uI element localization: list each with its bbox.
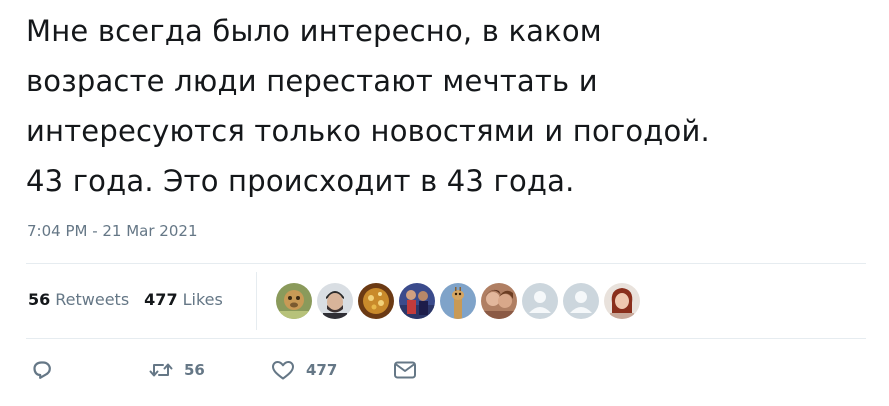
stats-separator <box>256 272 257 330</box>
retweets-label: Retweets <box>55 290 130 309</box>
avatar[interactable] <box>317 283 353 319</box>
retweets-stat[interactable]: 56 Retweets <box>28 290 129 309</box>
avatar[interactable] <box>358 283 394 319</box>
reply-button[interactable] <box>30 358 54 382</box>
reply-icon <box>30 358 54 382</box>
retweet-icon <box>148 358 174 382</box>
like-count: 477 <box>306 361 338 379</box>
retweet-count: 56 <box>184 361 205 379</box>
avatar-default[interactable] <box>563 283 599 319</box>
avatar[interactable] <box>276 283 312 319</box>
avatar[interactable] <box>604 283 640 319</box>
retweet-button[interactable]: 56 <box>148 358 205 382</box>
avatar[interactable] <box>399 283 435 319</box>
likes-label: Likes <box>182 290 223 309</box>
tweet-stats: 56 Retweets 477 Likes <box>28 290 238 309</box>
heart-icon <box>270 358 296 382</box>
tweet-text-line: интересуются только новостями и погодой. <box>26 114 710 148</box>
tweet-actions: 56 477 <box>30 358 450 384</box>
tweet-text-line: возрасте люди перестают мечтать и <box>26 64 598 98</box>
direct-message-button[interactable] <box>392 358 418 382</box>
liker-avatars <box>276 283 645 319</box>
avatar[interactable] <box>440 283 476 319</box>
likes-stat[interactable]: 477 Likes <box>144 290 223 309</box>
tweet-text-line: 43 года. Это происходит в 43 года. <box>26 164 575 198</box>
tweet-text: Мне всегда было интересно, в каком возра… <box>26 6 876 206</box>
tweet-timestamp[interactable]: 7:04 PM - 21 Mar 2021 <box>27 222 198 240</box>
tweet-text-line: Мне всегда было интересно, в каком <box>26 14 602 48</box>
divider <box>26 338 866 339</box>
retweets-count: 56 <box>28 290 51 309</box>
likes-count: 477 <box>144 290 178 309</box>
avatar-default[interactable] <box>522 283 558 319</box>
like-button[interactable]: 477 <box>270 358 337 382</box>
envelope-icon <box>392 358 418 382</box>
avatar[interactable] <box>481 283 517 319</box>
divider <box>26 263 866 264</box>
